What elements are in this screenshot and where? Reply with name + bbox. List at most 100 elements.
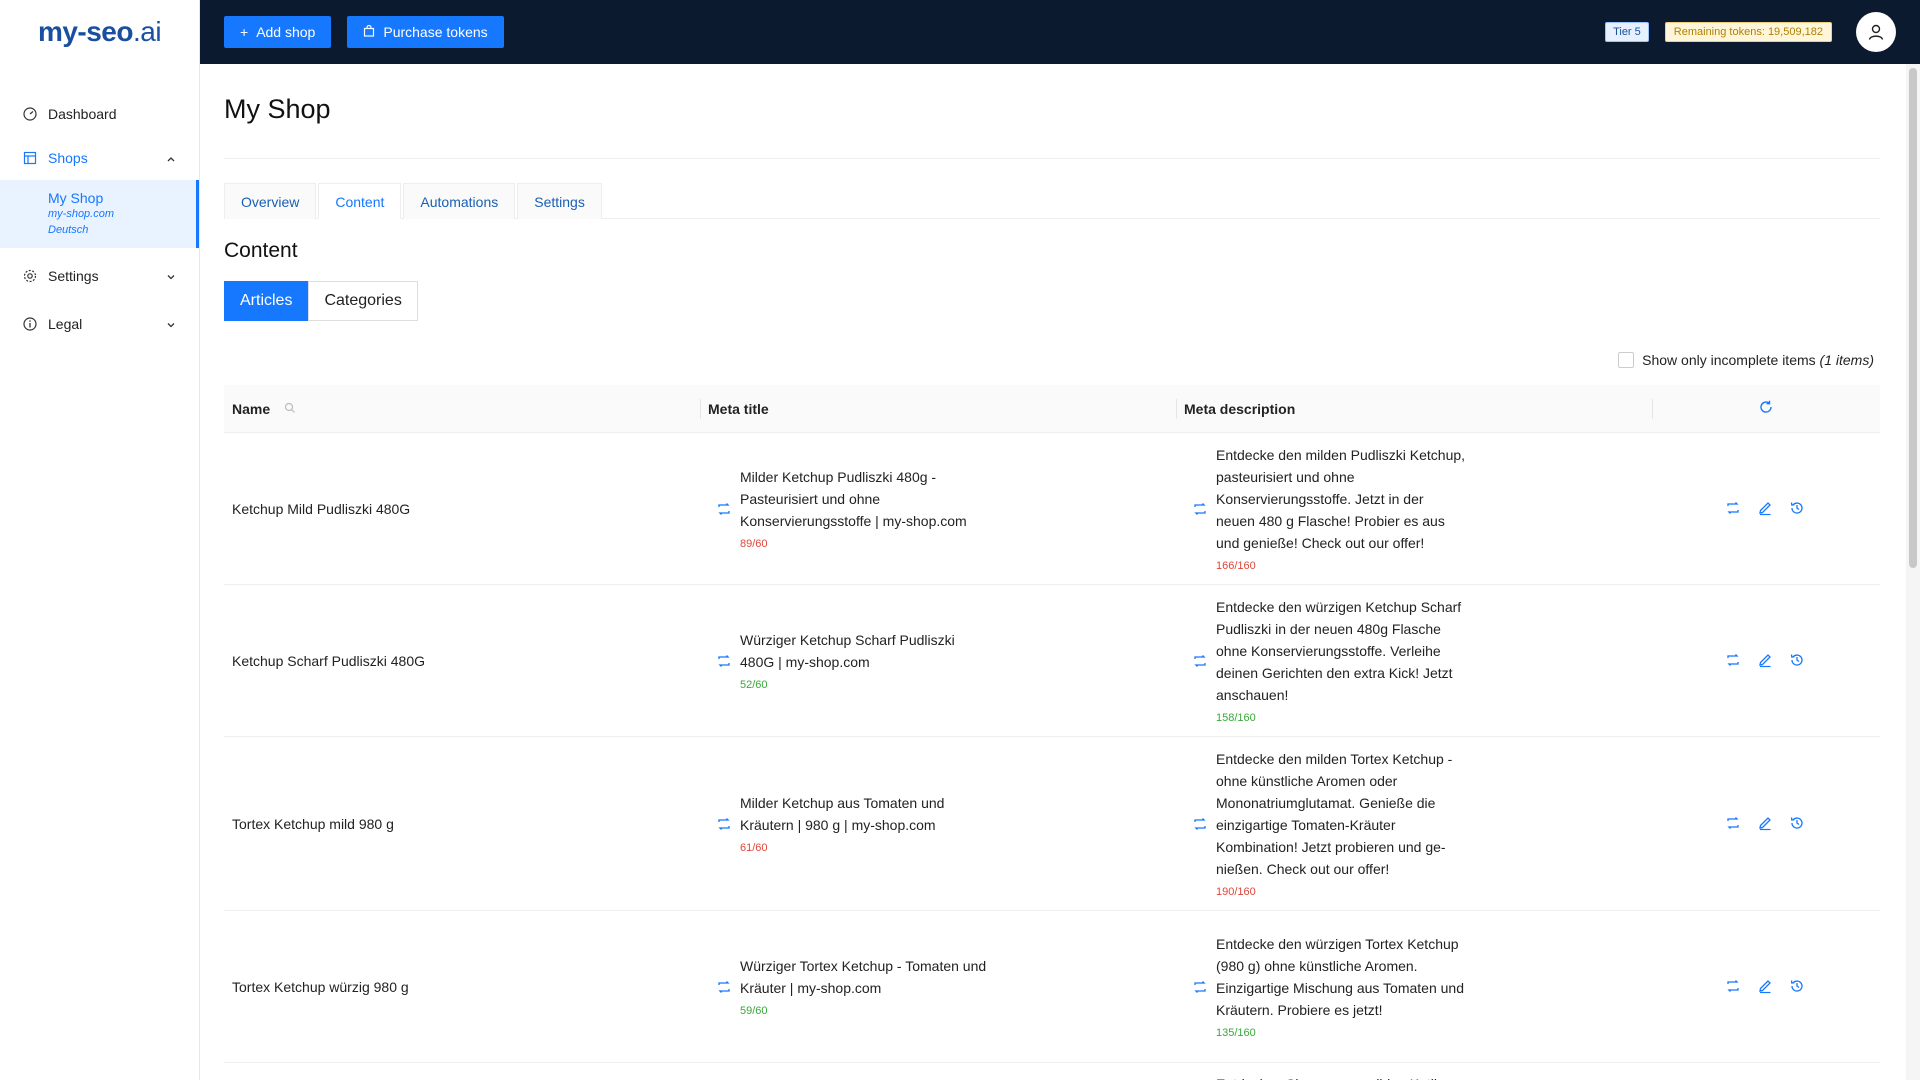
search-icon[interactable] <box>284 401 296 417</box>
sidebar-item-label: Legal <box>48 316 83 332</box>
section-title: Content <box>224 239 298 262</box>
logo[interactable]: my-seo .ai <box>0 0 199 64</box>
edit-icon[interactable] <box>1757 652 1775 670</box>
regenerate-icon[interactable] <box>716 816 732 832</box>
meta-description-count: 190/160 <box>1216 885 1256 898</box>
meta-description-text: Entdecken Sie unseren milden Kotlin <box>1216 1073 1466 1080</box>
meta-description-block: Entdecke den milden Tortex Ketchup - ohn… <box>1216 748 1466 900</box>
chevron-down-icon <box>165 270 177 282</box>
articles-table: Name Meta title Meta description Ketchup… <box>224 385 1880 1080</box>
regenerate-icon[interactable] <box>1192 653 1208 669</box>
meta-title-cell: Milder Ketchup Pudliszki 480g - Pasteuri… <box>700 466 1176 552</box>
meta-title-column-header: Meta title <box>700 385 1176 433</box>
purchase-tokens-label: Purchase tokens <box>383 24 488 40</box>
history-icon[interactable] <box>1789 815 1807 833</box>
tab-overview[interactable]: Overview <box>224 183 317 219</box>
tab-automations[interactable]: Automations <box>403 183 516 219</box>
incomplete-filter-count: (1 items) <box>1819 352 1874 368</box>
meta-description-count: 158/160 <box>1216 711 1256 724</box>
sidebar-nav: Dashboard Shops My Shop my-shop.com Deut… <box>0 92 199 346</box>
edit-icon[interactable] <box>1757 815 1775 833</box>
logo-main: my-seo <box>37 16 134 47</box>
history-icon[interactable] <box>1789 978 1807 996</box>
meta-description-cell: Entdecke den milden Pudliszki Ketchup, p… <box>1176 444 1652 574</box>
content-type-switch: Articles Categories <box>224 281 1880 321</box>
refresh-icon[interactable] <box>1758 399 1774 418</box>
add-shop-button[interactable]: + Add shop <box>224 16 332 48</box>
table-row: Ketchup Scharf Pudliszki 480G Würziger Ke… <box>224 585 1880 737</box>
meta-title-block: Würziger Tortex Ketchup - Tomaten und Kr… <box>740 955 990 1019</box>
sidebar-item-legal[interactable]: Legal <box>0 302 199 346</box>
main-content: My Shop Overview Content Automations Set… <box>224 64 1880 1080</box>
meta-title-text: Milder Ketchup aus Tomaten und Kräutern … <box>740 794 945 833</box>
regenerate-icon[interactable] <box>1192 979 1208 995</box>
meta-description-cell: Entdecken Sie unseren milden Kotlin <box>1176 1073 1652 1080</box>
incomplete-checkbox[interactable] <box>1618 352 1635 368</box>
meta-description-text: Entdecke den würzigen Tortex Ketchup (98… <box>1216 935 1465 1018</box>
history-icon[interactable] <box>1789 652 1807 670</box>
shop-icon <box>22 150 38 166</box>
meta-title-text: Würziger Ketchup Scharf Pudliszki 480G |… <box>740 631 955 670</box>
meta-description-cell: Entdecke den würzigen Tortex Ketchup (98… <box>1176 933 1652 1041</box>
meta-description-text: Entdecke den milden Pudliszki Ketchup, p… <box>1216 446 1466 551</box>
meta-title-count: 89/60 <box>740 537 768 550</box>
regenerate-icon[interactable] <box>716 501 732 517</box>
incomplete-filter[interactable]: Show only incomplete items (1 items) <box>224 345 1880 375</box>
edit-icon[interactable] <box>1757 978 1775 996</box>
article-name: Ketchup Scharf Pudliszki 480G <box>232 652 425 669</box>
regenerate-icon[interactable] <box>1725 978 1743 996</box>
meta-description-column-header: Meta description <box>1176 385 1652 433</box>
row-actions <box>1652 500 1880 518</box>
meta-title-block: Milder Ketchup Pudliszki 480g - Pasteuri… <box>740 466 990 552</box>
sidebar-item-my-shop[interactable]: My Shop my-shop.com Deutsch <box>0 180 199 248</box>
sidebar-item-settings[interactable]: Settings <box>0 254 199 298</box>
user-avatar[interactable] <box>1856 12 1896 52</box>
sidebar-item-shops[interactable]: Shops <box>0 136 199 180</box>
regenerate-icon[interactable] <box>1725 815 1743 833</box>
actions-column-header <box>1652 385 1880 433</box>
article-name: Tortex Ketchup würzig 980 g <box>232 978 409 995</box>
regenerate-icon[interactable] <box>1725 652 1743 670</box>
tab-settings[interactable]: Settings <box>517 183 602 219</box>
info-icon <box>22 316 38 332</box>
name-header-label: Name <box>232 400 271 417</box>
meta-title-block: Würziger Ketchup Scharf Pudliszki 480G |… <box>740 629 990 693</box>
gear-icon <box>22 268 38 284</box>
history-icon[interactable] <box>1789 500 1807 518</box>
regenerate-icon[interactable] <box>1192 501 1208 517</box>
page-title: My Shop <box>224 94 331 124</box>
regenerate-icon[interactable] <box>1192 816 1208 832</box>
regenerate-icon[interactable] <box>1725 500 1743 518</box>
shopping-bag-icon <box>363 24 375 40</box>
sidebar: my-seo .ai Dashboard Shops My Shop my-sho… <box>0 0 200 1080</box>
row-action-group <box>1660 652 1872 670</box>
tab-bar: Overview Content Automations Settings <box>224 183 1880 219</box>
regenerate-icon[interactable] <box>716 979 732 995</box>
row-actions <box>1652 652 1880 670</box>
chevron-down-icon <box>165 318 177 330</box>
scrollbar[interactable] <box>1906 64 1920 1080</box>
meta-description-block: Entdecke den milden Pudliszki Ketchup, p… <box>1216 444 1466 574</box>
table-row: Tortex Ketchup mild 980 g Milder Ketchup … <box>224 737 1880 911</box>
divider <box>224 158 1880 159</box>
categories-button[interactable]: Categories <box>308 281 418 321</box>
tab-content[interactable]: Content <box>318 183 402 219</box>
meta-title-text: Würziger Tortex Ketchup - Tomaten und Kr… <box>740 957 987 996</box>
article-name: Ketchup Mild Pudliszki 480G <box>232 500 411 517</box>
meta-description-count: 135/160 <box>1216 1026 1256 1039</box>
purchase-tokens-button[interactable]: Purchase tokens <box>347 16 504 48</box>
articles-button[interactable]: Articles <box>224 281 309 321</box>
meta-description-count: 166/160 <box>1216 559 1256 572</box>
sidebar-item-dashboard[interactable]: Dashboard <box>0 92 199 136</box>
regenerate-icon[interactable] <box>716 653 732 669</box>
tokens-badge: Remaining tokens: 19,509,182 <box>1664 22 1832 42</box>
meta-title-count: 61/60 <box>740 841 768 854</box>
scrollbar-thumb[interactable] <box>1909 68 1917 568</box>
meta-title-text: Milder Ketchup Pudliszki 480g - Pasteuri… <box>740 468 967 529</box>
meta-title-cell: Milder Ketchup aus Tomaten und Kräutern … <box>700 792 1176 856</box>
row-actions <box>1652 978 1880 996</box>
edit-icon[interactable] <box>1757 500 1775 518</box>
user-icon <box>1868 24 1884 40</box>
article-name: Tortex Ketchup mild 980 g <box>232 815 394 832</box>
meta-description-block: Entdecken Sie unseren milden Kotlin <box>1216 1073 1466 1080</box>
